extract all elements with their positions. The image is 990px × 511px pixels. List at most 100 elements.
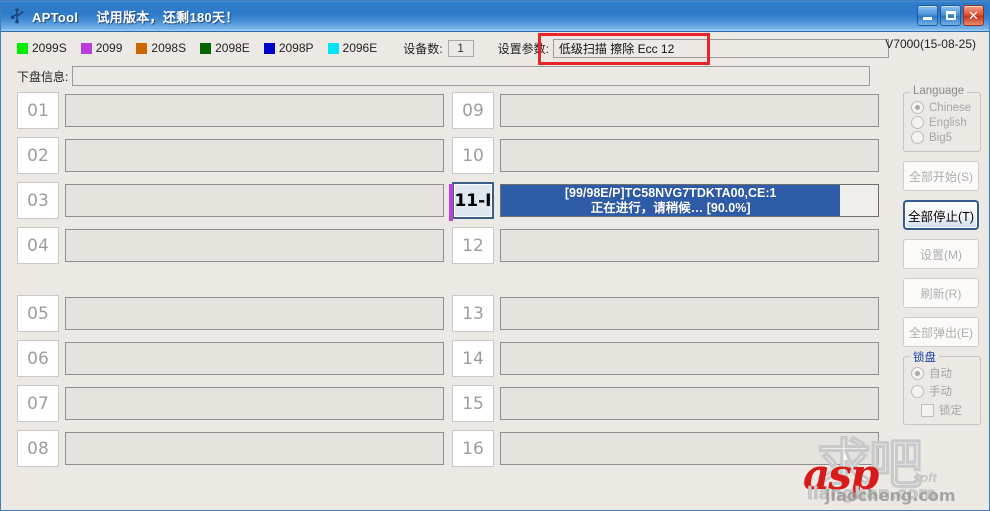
slot-number[interactable]: 06 [17, 340, 59, 377]
slot-row[interactable]: 07 [9, 385, 444, 422]
slot-status-field[interactable] [500, 229, 879, 262]
slot-group-1: 01 02 03 04 09 10 11-I [99/98E/P]TC58NVG… [9, 92, 879, 272]
slot-number[interactable]: 03 [17, 182, 59, 219]
slot-number[interactable]: 08 [17, 430, 59, 467]
maximize-button[interactable] [940, 5, 961, 26]
slot-number[interactable]: 12 [452, 227, 494, 264]
legend-swatch [263, 42, 275, 54]
slot-status-field[interactable] [65, 139, 444, 172]
slot-row[interactable]: 03 [9, 182, 444, 219]
start-all-button[interactable]: 全部开始(S) [903, 161, 979, 191]
close-button[interactable]: ✕ [963, 5, 984, 26]
disk-info-row: 下盘信息: [1, 64, 989, 88]
slot-row[interactable]: 16 [444, 430, 879, 467]
watermark-url-text-2: jiaocheng.com [825, 486, 956, 505]
minimize-button[interactable] [917, 5, 938, 26]
slot-number-label: 11-I [454, 190, 492, 211]
radio-dot-icon [911, 131, 924, 144]
disk-info-field[interactable] [72, 66, 871, 86]
slot-number[interactable]: 04 [17, 227, 59, 264]
slot-status-field[interactable] [65, 229, 444, 262]
slot-row[interactable]: 06 [9, 340, 444, 377]
param-area: 设置参数: 低级扫描 擦除 Ecc 12 [497, 32, 889, 65]
param-field[interactable]: 低级扫描 擦除 Ecc 12 [552, 38, 889, 58]
slot-row[interactable]: 05 [9, 295, 444, 332]
slot-number[interactable]: 15 [452, 385, 494, 422]
slot-row[interactable]: 14 [444, 340, 879, 377]
usb-device-icon [8, 7, 26, 25]
slot-number[interactable]: 16 [452, 430, 494, 467]
slot-status-field[interactable] [65, 342, 444, 375]
client-area: 2099S 2099 2098S 2098E 2098P 2096E 设备数: … [1, 32, 989, 510]
device-count-field[interactable]: 1 [447, 39, 474, 57]
slot-status-field[interactable] [500, 342, 879, 375]
slot-row-active[interactable]: 11-I [99/98E/P]TC58NVG7TDKTA00,CE:1 正在进行… [444, 182, 879, 221]
progress-device-line: [99/98E/P]TC58NVG7TDKTA00,CE:1 [564, 185, 777, 200]
slot-number[interactable]: 01 [17, 92, 59, 129]
slot-row[interactable]: 08 [9, 430, 444, 467]
slot-number[interactable]: 14 [452, 340, 494, 377]
radio-label: 自动 [929, 368, 952, 380]
slot-column-left: 05 06 07 08 [9, 295, 444, 475]
radio-language-chinese[interactable]: Chinese [911, 101, 976, 114]
slot-column-right: 09 10 11-I [99/98E/P]TC58NVG7TDKTA00,CE:… [444, 92, 879, 272]
legend-item-2098s: 2098S [136, 41, 186, 55]
slot-status-field[interactable] [500, 297, 879, 330]
slot-status-field[interactable] [65, 94, 444, 127]
radio-language-big5[interactable]: Big5 [911, 131, 976, 144]
close-icon: ✕ [968, 7, 979, 23]
slot-status-field[interactable] [65, 184, 444, 217]
slot-number-active[interactable]: 11-I [449, 182, 494, 221]
legend-label: 2098E [215, 41, 250, 55]
slot-row[interactable]: 10 [444, 137, 879, 174]
eject-all-button[interactable]: 全部弹出(E) [903, 317, 979, 347]
slot-row[interactable]: 02 [9, 137, 444, 174]
checkbox-lock[interactable]: 锁定 [921, 402, 976, 418]
slot-status-field[interactable] [65, 297, 444, 330]
language-group-title: Language [910, 85, 968, 97]
slot-number[interactable]: 02 [17, 137, 59, 174]
radio-lock-auto[interactable]: 自动 [911, 365, 976, 381]
slot-number[interactable]: 05 [17, 295, 59, 332]
slot-row[interactable]: 09 [444, 92, 879, 129]
lock-disk-group: 锁盘 自动 手动 锁定 [903, 349, 981, 425]
legend-item-2098p: 2098P [263, 41, 314, 55]
settings-button[interactable]: 设置(M) [903, 239, 979, 269]
slot-number[interactable]: 09 [452, 92, 494, 129]
slot-progress-field[interactable]: [99/98E/P]TC58NVG7TDKTA00,CE:1 正在进行，请稍候…… [500, 184, 879, 217]
slot-row[interactable]: 04 [9, 227, 444, 264]
slot-status-field[interactable] [65, 432, 444, 465]
sidebar: Language Chinese English Big5 全部开始(S) 全部… [903, 85, 981, 434]
watermark-soft-text: soft [913, 470, 937, 485]
refresh-button[interactable]: 刷新(R) [903, 278, 979, 308]
slot-number[interactable]: 07 [17, 385, 59, 422]
title-bar: APTool 试用版本，还剩180天！ ✕ [1, 1, 989, 32]
version-label: V7000(15-08-25) [885, 37, 976, 51]
checkbox-icon [921, 403, 934, 417]
progress-bar-fill: [99/98E/P]TC58NVG7TDKTA00,CE:1 正在进行，请稍候…… [501, 185, 841, 216]
radio-label: 手动 [929, 386, 952, 398]
slot-row[interactable]: 12 [444, 227, 879, 264]
slot-number[interactable]: 10 [452, 137, 494, 174]
minimize-icon [923, 17, 932, 20]
slot-status-field[interactable] [65, 387, 444, 420]
slot-number[interactable]: 13 [452, 295, 494, 332]
param-label: 设置参数: [497, 41, 549, 56]
legend-swatch [136, 42, 148, 54]
slot-row[interactable]: 15 [444, 385, 879, 422]
slot-status-field[interactable] [500, 94, 879, 127]
radio-lock-manual[interactable]: 手动 [911, 383, 976, 399]
slot-status-field[interactable] [500, 387, 879, 420]
legend-label: 2098S [151, 41, 187, 55]
legend-row: 2099S 2099 2098S 2098E 2098P 2096E 设备数: … [1, 32, 989, 65]
slot-row[interactable]: 01 [9, 92, 444, 129]
app-name: APTool [32, 9, 79, 25]
legend-label: 2096E [342, 41, 378, 55]
stop-all-button[interactable]: 全部停止(T) [903, 200, 979, 230]
slot-status-field[interactable] [500, 432, 879, 465]
legend-item-2099s: 2099S [17, 41, 67, 55]
radio-label: English [929, 116, 967, 129]
slot-row[interactable]: 13 [444, 295, 879, 332]
radio-language-english[interactable]: English [911, 116, 976, 129]
slot-status-field[interactable] [500, 139, 879, 172]
